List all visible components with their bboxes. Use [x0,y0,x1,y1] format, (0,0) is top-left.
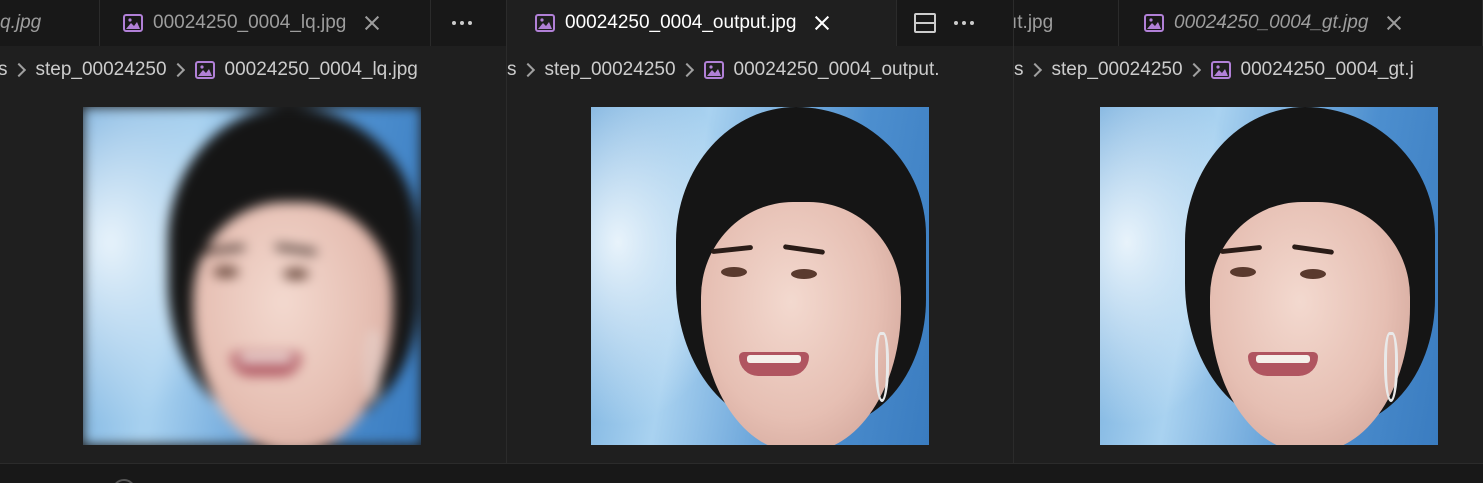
close-icon[interactable] [812,13,832,33]
breadcrumb-item[interactable]: 00024250_0004_gt.j [1210,59,1414,81]
image-file-icon [1210,61,1231,79]
breadcrumb-item[interactable]: 00024250_0004_output. [703,59,940,81]
breadcrumb-item[interactable]: step_00024250 [36,59,167,81]
tab-partial-lq[interactable]: q.jpg [0,0,100,46]
chevron-right-icon [170,62,185,78]
editor-group-gt: ıt.jpg 00024250_0004_gt.jpg s step_00024… [1014,0,1483,463]
tab-gt-image[interactable]: 00024250_0004_gt.jpg [1120,0,1483,46]
chevron-right-icon [1186,62,1201,78]
image-file-icon [123,14,143,32]
breadcrumb-item[interactable]: s [0,59,8,81]
editor-group-output: 00024250_0004_output.jpg s step_00024250… [507,0,1013,463]
portrait-image [83,107,421,445]
close-icon[interactable] [362,13,382,33]
more-actions-icon[interactable] [954,13,974,33]
breadcrumb: s step_00024250 00024250_0004_output. [507,46,1013,94]
status-circle-icon[interactable] [112,479,136,483]
tab-label: 00024250_0004_output.jpg [565,12,797,33]
editor-actions [452,0,472,46]
portrait-image [591,107,929,445]
image-file-icon [1144,14,1164,32]
tab-bar: q.jpg 00024250_0004_lq.jpg [0,0,506,46]
image-preview-gt [1100,107,1438,445]
tab-label: 00024250_0004_gt.jpg [1174,12,1369,33]
breadcrumb-item[interactable]: 00024250_0004_lq.jpg [194,59,418,81]
breadcrumb-item[interactable]: s [1014,59,1024,81]
tab-label: 00024250_0004_lq.jpg [153,12,347,33]
editor-group-lq: q.jpg 00024250_0004_lq.jpg s step_000242… [0,0,506,463]
image-file-icon [194,61,215,79]
breadcrumb: s step_00024250 00024250_0004_lq.jpg [0,46,506,94]
tab-bar: 00024250_0004_output.jpg [507,0,1013,46]
breadcrumb-item[interactable]: step_00024250 [1052,59,1183,81]
panel-bar [0,463,1483,483]
image-preview-lq [83,107,421,445]
breadcrumb-item[interactable]: s [507,59,517,81]
image-file-icon [535,14,555,32]
image-preview-output [591,107,929,445]
split-editor-icon[interactable] [914,13,936,33]
tab-output-image[interactable]: 00024250_0004_output.jpg [507,0,897,46]
tab-lq-image[interactable]: 00024250_0004_lq.jpg [101,0,431,46]
close-icon[interactable] [1384,13,1404,33]
tab-bar: ıt.jpg 00024250_0004_gt.jpg [1014,0,1483,46]
editor-actions [914,0,974,46]
chevron-right-icon [1027,62,1042,78]
breadcrumb: s step_00024250 00024250_0004_gt.j [1014,46,1483,94]
breadcrumb-item[interactable]: step_00024250 [545,59,676,81]
portrait-image [1100,107,1438,445]
tab-partial-output[interactable]: ıt.jpg [1014,0,1119,46]
chevron-right-icon [679,62,694,78]
chevron-right-icon [520,62,535,78]
image-file-icon [703,61,724,79]
tab-label: q.jpg [0,12,42,33]
tab-label: ıt.jpg [1014,12,1054,33]
editor-area: q.jpg 00024250_0004_lq.jpg s step_000242… [0,0,1483,483]
more-actions-icon[interactable] [452,13,472,33]
chevron-right-icon [11,62,26,78]
